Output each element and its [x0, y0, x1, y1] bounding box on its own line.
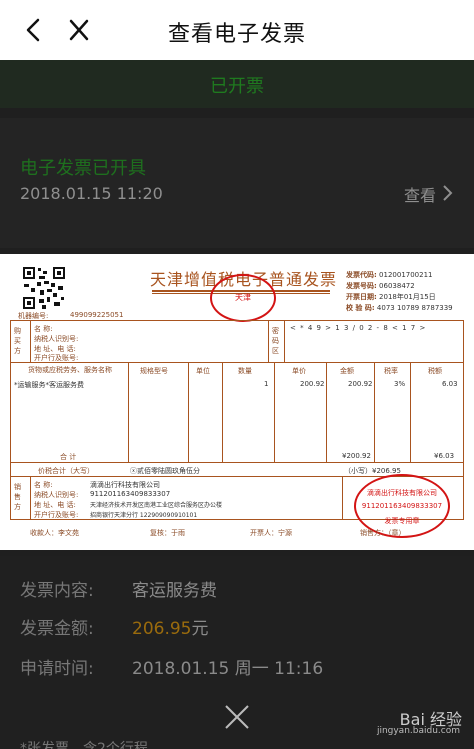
close-preview-button[interactable] — [222, 702, 252, 732]
qr-code — [22, 266, 66, 310]
divider — [188, 362, 189, 462]
divider — [284, 320, 285, 362]
item-name: *运输服务*客运服务费 — [14, 381, 84, 389]
footer-payee: 收款人：李文苑 — [30, 529, 79, 537]
col-qty: 数量 — [238, 367, 252, 375]
page-title: 查看电子发票 — [167, 22, 306, 47]
divider — [274, 362, 275, 462]
detail-row-time: 申请时间: 2018.01.15 周一 11:16 — [20, 659, 324, 679]
divider — [268, 320, 269, 362]
seller-taxid: 911201163409833307 — [90, 490, 171, 498]
close-icon — [225, 705, 249, 729]
sum-label: 合 计 — [60, 453, 77, 461]
buyer-side-label: 购买方 — [14, 327, 21, 355]
col-spec: 规格型号 — [140, 367, 168, 375]
chevron-right-icon — [440, 184, 454, 202]
invoice-meta: 发票代码: 012001700211 发票号码: 06038472 开票日期: … — [346, 271, 453, 312]
buyer-bank-label: 开户行及账号: — [34, 354, 79, 362]
buyer-name-label: 名 称: — [34, 325, 53, 333]
col-goods: 货物或应税劳务、服务名称 — [28, 366, 112, 374]
seller-name: 滴滴出行科技有限公司 — [90, 481, 160, 489]
sum-tax: ¥6.03 — [434, 452, 455, 460]
invoice-image[interactable]: 机器编号: 499099225051 天津增值税电子普通发票 天津 发票代码: … — [0, 254, 474, 550]
col-unit: 单位 — [196, 367, 210, 375]
col-amount: 金额 — [340, 367, 354, 375]
col-tax: 税额 — [428, 367, 442, 375]
seller-address: 天津经济技术开发区南港工业区综合服务区办公楼 — [90, 502, 223, 509]
divider — [410, 362, 411, 462]
divider — [222, 362, 223, 462]
divider — [10, 462, 464, 463]
detail-row-amount: 发票金额: 206.95元 — [20, 619, 209, 639]
footer-reviewer: 复核：于雨 — [150, 529, 185, 537]
invoice-document: 机器编号: 499099225051 天津增值税电子普通发票 天津 发票代码: … — [10, 262, 464, 544]
footer-issuer: 开票人：宁源 — [250, 529, 292, 537]
total-label: 价税合计（大写） — [38, 467, 94, 475]
password-area: < * 4 9 > 1 3 / 0 2 - 8 < 1 7 > — [290, 324, 427, 332]
col-rate: 税率 — [384, 367, 398, 375]
detail-row-content: 发票内容: 客运服务费 — [20, 581, 217, 601]
seller-bank: 招商银行天津分行 122909090910101 — [90, 512, 198, 519]
divider — [30, 476, 31, 520]
item-tax: 6.03 — [442, 380, 458, 388]
password-area-label: 密码区 — [272, 327, 279, 355]
tax-seal-stamp: 天津 — [210, 274, 276, 322]
divider — [342, 476, 343, 520]
status-text: 已开票 — [210, 76, 264, 97]
divider — [326, 362, 327, 462]
invoice-time: 2018.01.15 11:20 — [20, 184, 163, 203]
bottom-info: *张发票，含2个行程 — [20, 741, 148, 749]
divider — [374, 362, 375, 462]
total-text: ⓧ贰佰零陆圆玖角伍分 — [130, 467, 200, 475]
item-amount: 200.92 — [348, 380, 373, 388]
seller-side-label: 销售方 — [14, 483, 21, 511]
divider — [128, 362, 129, 462]
divider — [30, 320, 31, 362]
seller-taxid-label: 纳税人识别号: — [34, 491, 79, 499]
watermark: Bai 经验 jingyan.baidu.com — [376, 710, 462, 736]
footer-seller: 销售方：（章） — [360, 529, 406, 537]
item-price: 200.92 — [300, 380, 325, 388]
item-rate: 3% — [394, 380, 406, 388]
seller-name-label: 名 称: — [34, 481, 53, 489]
view-invoice-link[interactable]: 查看 — [404, 182, 436, 206]
col-price: 单价 — [292, 367, 306, 375]
machine-number-value: 499099225051 — [70, 311, 124, 319]
seller-address-label: 地 址、电 话: — [34, 501, 76, 509]
sum-amount: ¥200.92 — [342, 452, 371, 460]
invoice-status-title: 电子发票已开具 — [20, 158, 146, 179]
top-bar: 查看电子发票 — [0, 0, 474, 60]
status-strip: 已开票 — [0, 60, 474, 108]
seller-bank-label: 开户行及账号: — [34, 511, 79, 519]
invoice-status-card: 电子发票已开具 2018.01.15 11:20 查看 — [0, 118, 474, 248]
item-qty: 1 — [264, 380, 269, 388]
buyer-taxid-label: 纳税人识别号: — [34, 335, 79, 343]
